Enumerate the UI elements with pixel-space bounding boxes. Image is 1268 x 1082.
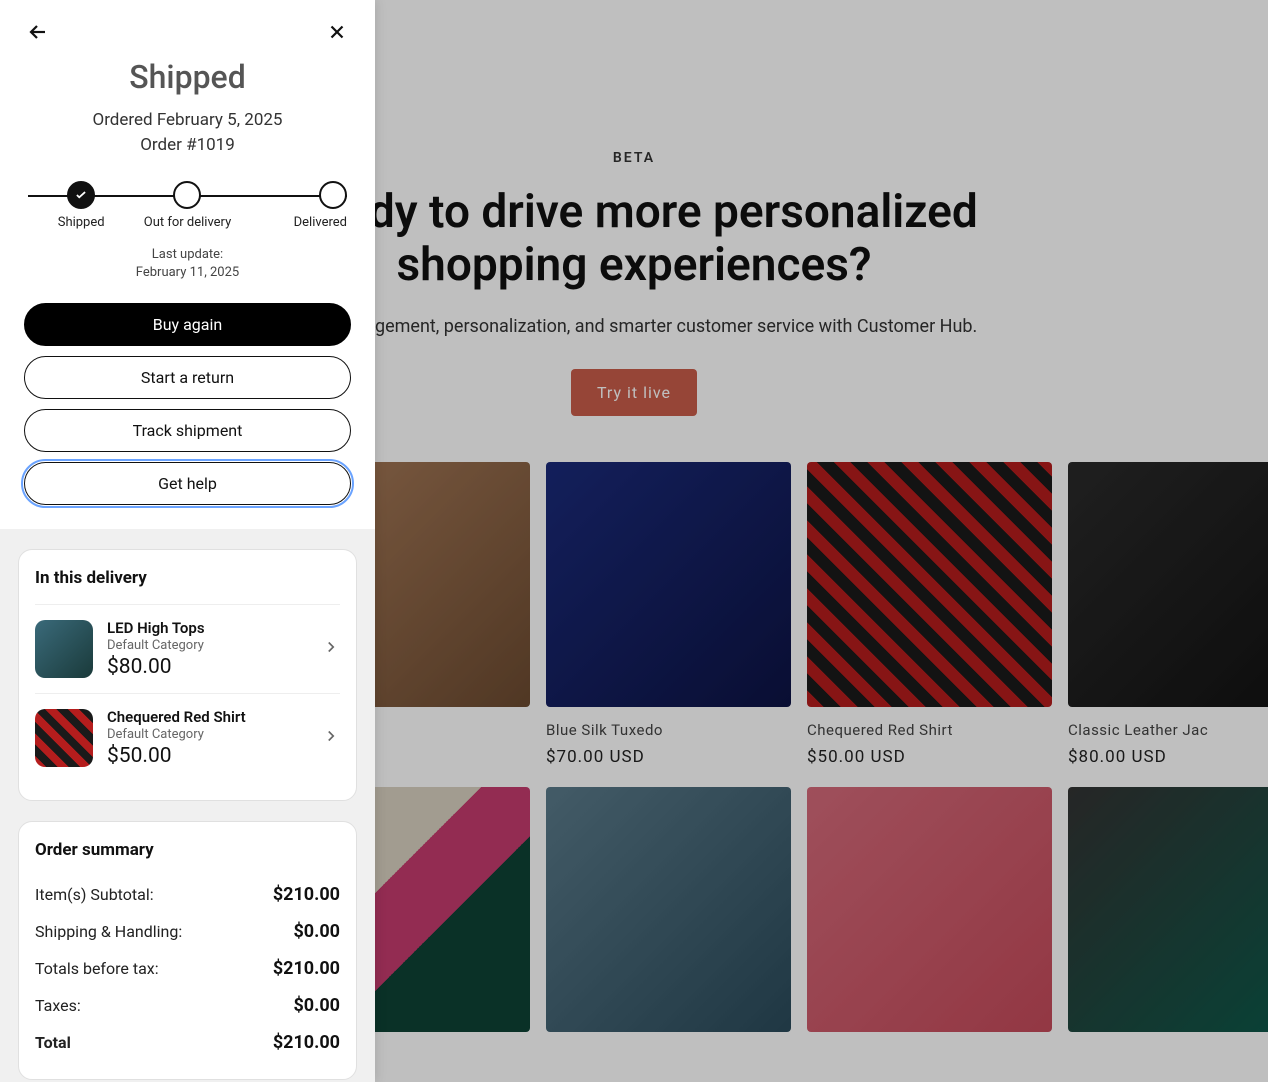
- summary-value: $0.00: [293, 995, 340, 1016]
- item-price: $80.00: [107, 655, 308, 679]
- product-card[interactable]: Chequered Red Shirt $50.00 USD: [807, 462, 1052, 767]
- progress-step-out-for-delivery: Out for delivery: [134, 181, 240, 230]
- product-image: [1068, 787, 1268, 1032]
- back-button[interactable]: [24, 18, 52, 46]
- get-help-button[interactable]: Get help: [24, 462, 351, 505]
- summary-row-before-tax: Totals before tax: $210.00: [35, 950, 340, 987]
- check-icon: [74, 188, 88, 202]
- order-meta: Ordered February 5, 2025 Order #1019: [24, 108, 351, 157]
- product-image: [546, 462, 791, 707]
- chevron-right-icon: [322, 638, 340, 660]
- item-name: LED High Tops: [107, 619, 308, 637]
- close-icon: [326, 21, 348, 43]
- last-update-date: February 11, 2025: [24, 264, 351, 282]
- product-price: $80.00 USD: [1068, 747, 1268, 767]
- progress-step-delivered: Delivered: [241, 181, 347, 230]
- delivery-item[interactable]: LED High Tops Default Category $80.00: [35, 604, 340, 693]
- item-info: Chequered Red Shirt Default Category $50…: [107, 708, 308, 768]
- buy-again-button[interactable]: Buy again: [24, 303, 351, 346]
- product-image: [546, 787, 791, 1032]
- progress-label: Out for delivery: [144, 215, 231, 230]
- start-return-button[interactable]: Start a return: [24, 356, 351, 399]
- summary-value: $0.00: [293, 921, 340, 942]
- summary-label: Total: [35, 1033, 71, 1052]
- summary-value: $210.00: [273, 884, 340, 905]
- progress-dot: [319, 181, 347, 209]
- product-price: $70.00 USD: [546, 747, 791, 767]
- product-name: Chequered Red Shirt: [807, 721, 1052, 739]
- product-image: [1068, 462, 1268, 707]
- delivery-card: In this delivery LED High Tops Default C…: [18, 549, 357, 801]
- summary-label: Taxes:: [35, 996, 81, 1015]
- order-status-title: Shipped: [24, 58, 351, 96]
- action-buttons: Buy again Start a return Track shipment …: [24, 303, 351, 505]
- summary-value: $210.00: [273, 1032, 340, 1053]
- summary-row-total: Total $210.00: [35, 1024, 340, 1061]
- item-category: Default Category: [107, 638, 308, 653]
- chevron-right-icon: [322, 727, 340, 749]
- product-name: Blue Silk Tuxedo: [546, 721, 791, 739]
- try-live-button[interactable]: Try it live: [571, 369, 697, 416]
- progress-dot: [67, 181, 95, 209]
- summary-row-shipping: Shipping & Handling: $0.00: [35, 913, 340, 950]
- summary-value: $210.00: [273, 958, 340, 979]
- order-number: Order #1019: [24, 133, 351, 158]
- panel-nav: [24, 18, 351, 46]
- product-card[interactable]: [807, 787, 1052, 1046]
- item-price: $50.00: [107, 744, 308, 768]
- close-button[interactable]: [323, 18, 351, 46]
- last-update: Last update: February 11, 2025: [24, 246, 351, 282]
- shipment-progress: Shipped Out for delivery Delivered: [24, 181, 351, 230]
- product-card[interactable]: Blue Silk Tuxedo $70.00 USD: [546, 462, 791, 767]
- item-thumbnail: [35, 620, 93, 678]
- summary-label: Item(s) Subtotal:: [35, 885, 154, 904]
- product-name: Classic Leather Jac: [1068, 721, 1268, 739]
- summary-title: Order summary: [35, 840, 340, 860]
- summary-label: Totals before tax:: [35, 959, 159, 978]
- arrow-left-icon: [26, 20, 50, 44]
- progress-label: Delivered: [294, 215, 347, 230]
- order-summary-card: Order summary Item(s) Subtotal: $210.00 …: [18, 821, 357, 1080]
- product-image: [807, 462, 1052, 707]
- product-card[interactable]: [1068, 787, 1268, 1046]
- item-thumbnail: [35, 709, 93, 767]
- panel-header-section: Shipped Ordered February 5, 2025 Order #…: [0, 0, 375, 529]
- item-info: LED High Tops Default Category $80.00: [107, 619, 308, 679]
- ordered-date: Ordered February 5, 2025: [24, 108, 351, 133]
- summary-row-taxes: Taxes: $0.00: [35, 987, 340, 1024]
- product-card[interactable]: Classic Leather Jac $80.00 USD: [1068, 462, 1268, 767]
- progress-dot: [173, 181, 201, 209]
- last-update-label: Last update:: [24, 246, 351, 264]
- product-card[interactable]: [546, 787, 791, 1046]
- delivery-card-title: In this delivery: [35, 568, 340, 588]
- product-price: $50.00 USD: [807, 747, 1052, 767]
- progress-step-shipped: Shipped: [28, 181, 134, 230]
- summary-row-subtotal: Item(s) Subtotal: $210.00: [35, 876, 340, 913]
- item-name: Chequered Red Shirt: [107, 708, 308, 726]
- order-panel: Shipped Ordered February 5, 2025 Order #…: [0, 0, 375, 1082]
- progress-label: Shipped: [58, 215, 105, 230]
- delivery-item[interactable]: Chequered Red Shirt Default Category $50…: [35, 693, 340, 782]
- item-category: Default Category: [107, 727, 308, 742]
- track-shipment-button[interactable]: Track shipment: [24, 409, 351, 452]
- product-image: [807, 787, 1052, 1032]
- summary-label: Shipping & Handling:: [35, 922, 182, 941]
